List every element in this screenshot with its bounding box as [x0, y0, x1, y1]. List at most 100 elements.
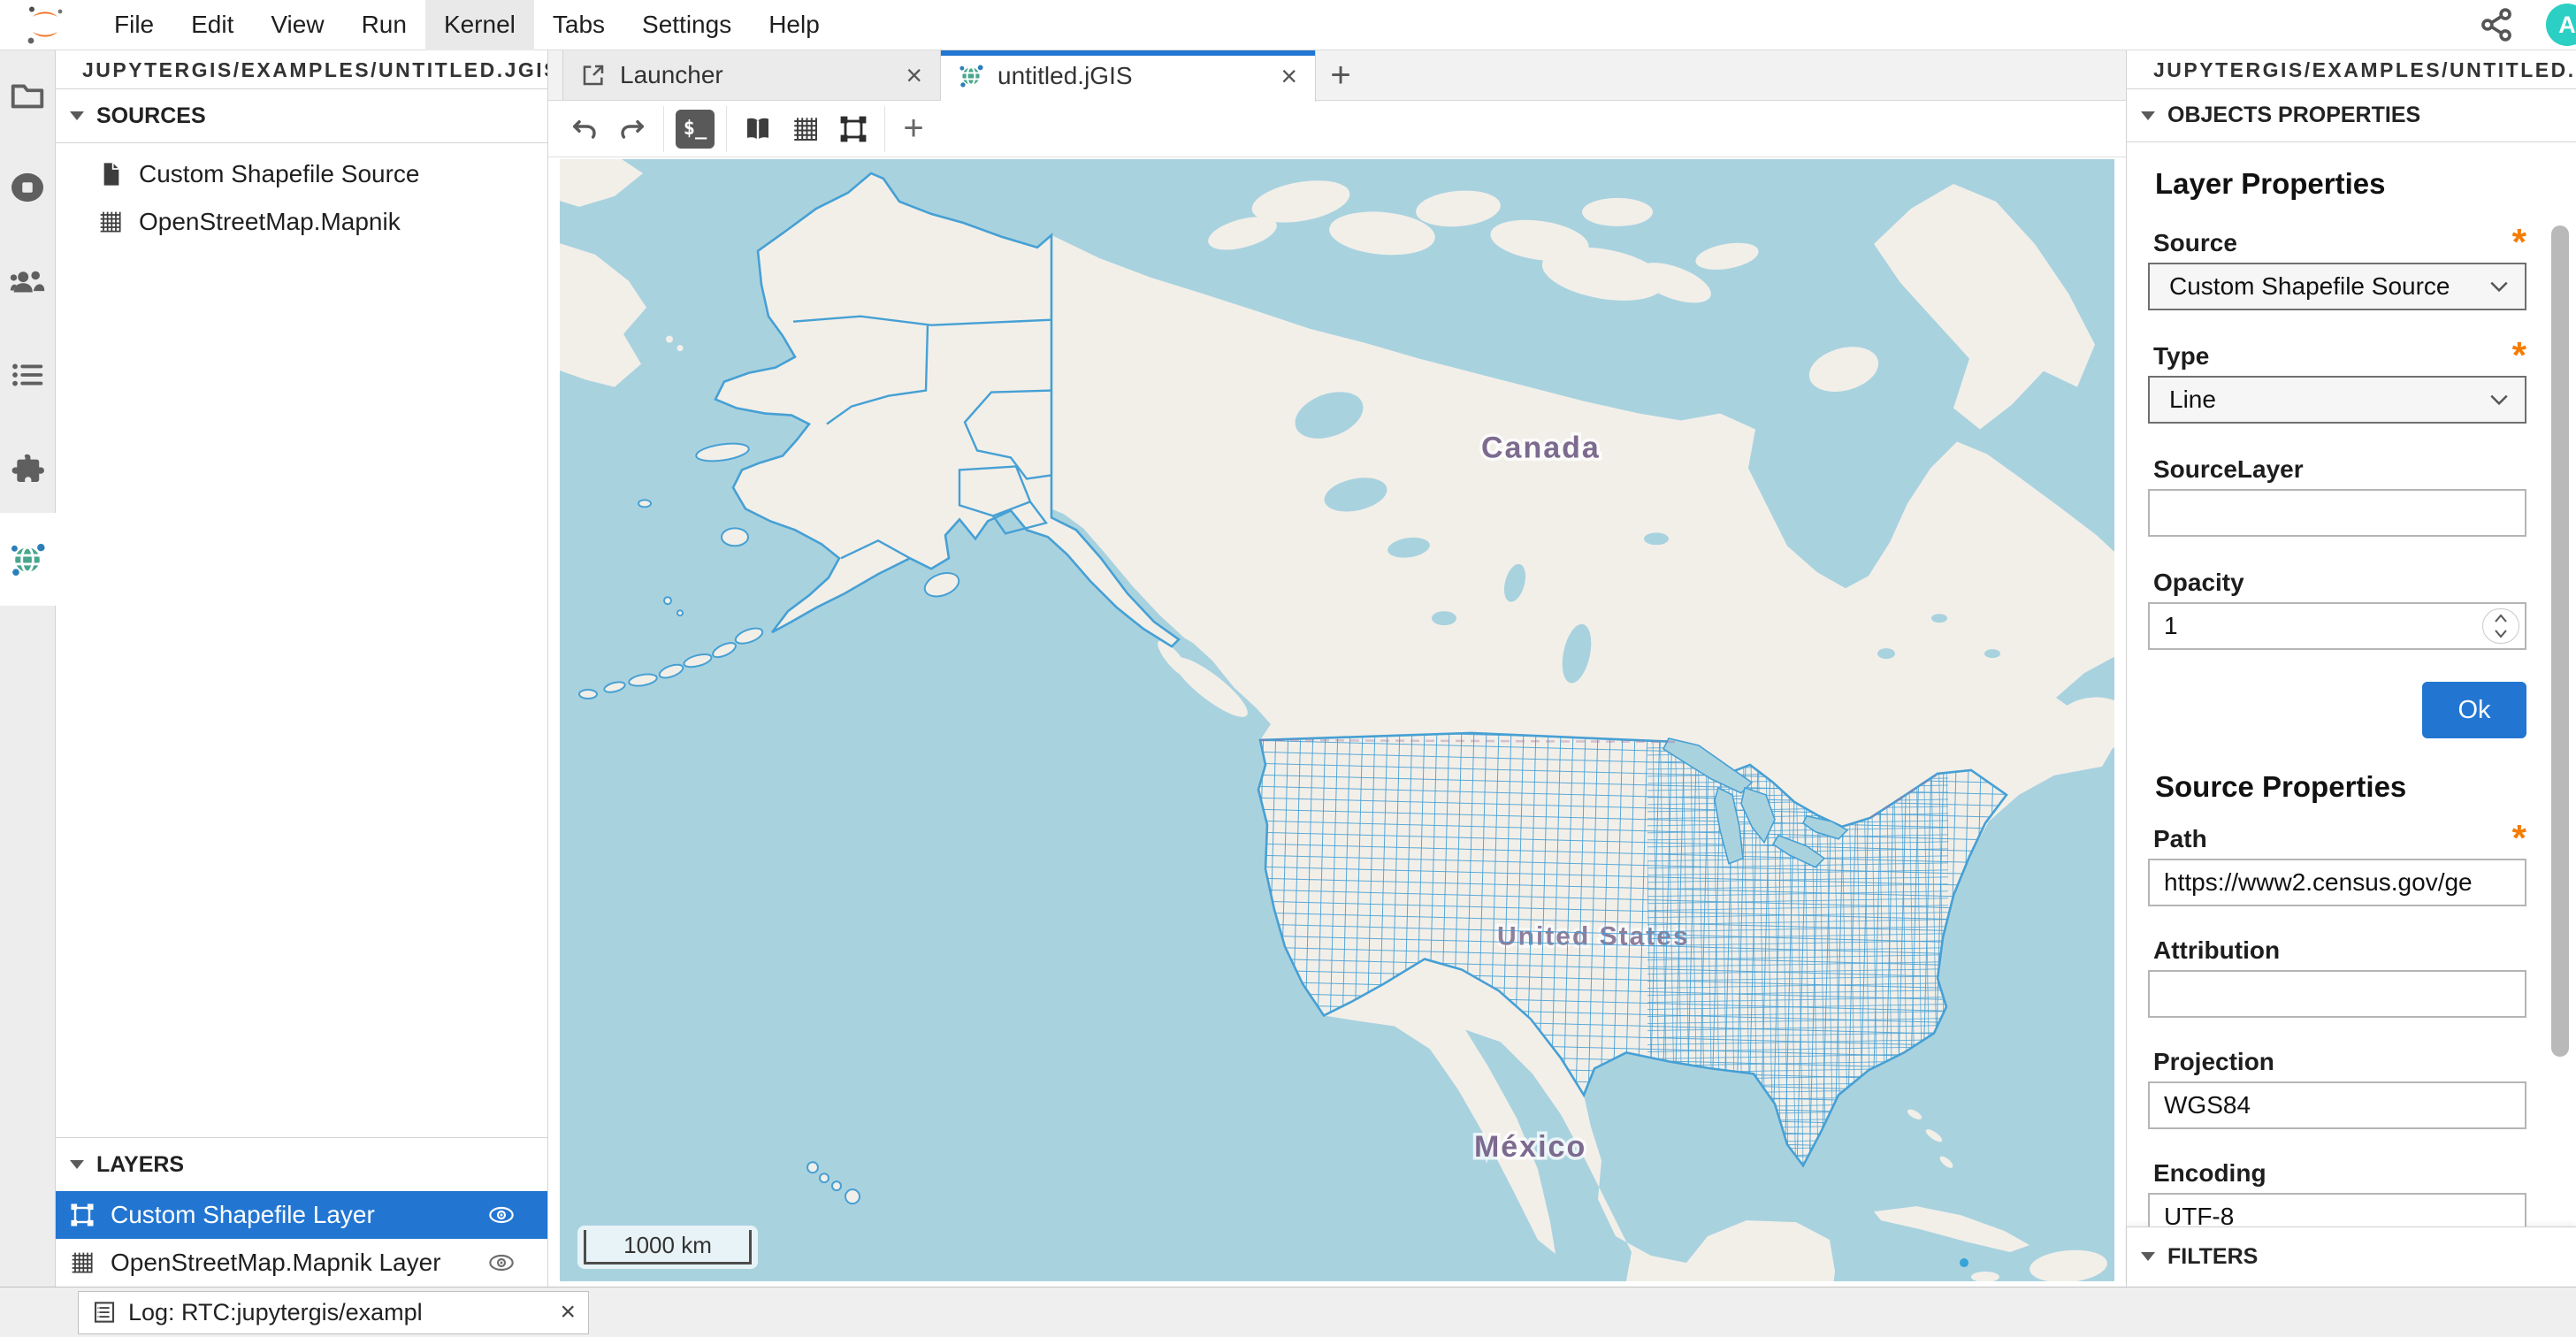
redo-icon — [616, 113, 648, 145]
vector-square-icon — [837, 113, 869, 145]
globe-icon[interactable] — [7, 539, 48, 580]
menu-item-kernel[interactable]: Kernel — [425, 0, 534, 50]
attribution-label: Attribution — [2153, 936, 2526, 965]
layer-item-osm-mapnik[interactable]: OpenStreetMap.Mapnik Layer — [56, 1239, 547, 1287]
type-label: Type — [2153, 342, 2512, 371]
menu-item-help[interactable]: Help — [750, 0, 838, 50]
attribution-field: Attribution — [2148, 936, 2526, 1018]
layer-item-label: Custom Shapefile Layer — [111, 1201, 487, 1229]
log-console-tab[interactable]: Log: RTC:jupytergis/exampl × — [78, 1291, 589, 1334]
undo-button[interactable] — [563, 108, 606, 150]
left-panel-spacer — [56, 363, 547, 1137]
vector-layer-button[interactable] — [832, 108, 875, 150]
scrollbar-thumb[interactable] — [2551, 225, 2569, 1057]
sources-section-title: SOURCES — [96, 103, 206, 129]
grid-icon — [790, 113, 822, 145]
raster-layer-button[interactable] — [784, 108, 827, 150]
source-item-label: Custom Shapefile Source — [139, 160, 420, 188]
encoding-field: Encoding — [2148, 1159, 2526, 1226]
projection-input[interactable] — [2148, 1081, 2526, 1129]
layer-item-label: OpenStreetMap.Mapnik Layer — [111, 1249, 487, 1277]
close-icon[interactable]: × — [902, 59, 926, 92]
menu-item-edit[interactable]: Edit — [172, 0, 252, 50]
path-input[interactable] — [2148, 859, 2526, 906]
sourcelayer-label: SourceLayer — [2153, 455, 2526, 484]
projection-label: Projection — [2153, 1048, 2526, 1076]
type-select[interactable]: Line — [2148, 376, 2526, 424]
map-canvas[interactable]: United States — [560, 159, 2114, 1281]
map-render: United States — [560, 159, 2114, 1281]
right-sidebar-panel: JUPYTERGIS/EXAMPLES/UNTITLED.JGIS OBJECT… — [2126, 50, 2576, 1287]
main-row: JUPYTERGIS/EXAMPLES/UNTITLED.JGIS SOURCE… — [0, 50, 2576, 1287]
menu-item-tabs[interactable]: Tabs — [534, 0, 623, 50]
menu-item-view[interactable]: View — [252, 0, 342, 50]
undo-icon — [569, 113, 600, 145]
users-icon[interactable] — [7, 261, 48, 302]
required-icon: * — [2512, 229, 2526, 256]
left-panel-breadcrumb: JUPYTERGIS/EXAMPLES/UNTITLED.JGIS — [56, 50, 547, 89]
menu-item-run[interactable]: Run — [343, 0, 425, 50]
jupyter-logo-icon — [25, 4, 65, 45]
path-field: Path * — [2148, 825, 2526, 906]
sources-section-header[interactable]: SOURCES — [56, 89, 547, 142]
folder-icon[interactable] — [7, 75, 48, 116]
sourcelayer-input[interactable] — [2148, 489, 2526, 537]
source-select[interactable]: Custom Shapefile Source — [2148, 263, 2526, 310]
log-icon — [91, 1299, 118, 1326]
map-label-canada: Canada — [1481, 431, 1601, 464]
encoding-input[interactable] — [2148, 1193, 2526, 1226]
grid-icon — [96, 208, 125, 236]
ok-row: Ok — [2148, 682, 2526, 738]
layer-properties-title: Layer Properties — [2148, 167, 2526, 201]
tab-launcher[interactable]: Launcher × — [562, 50, 941, 100]
activity-bar — [0, 50, 56, 1287]
document-toolbar: $_ — [548, 101, 2126, 157]
layer-item-custom-shapefile[interactable]: Custom Shapefile Layer — [56, 1191, 547, 1239]
source-item-custom-shapefile[interactable]: Custom Shapefile Source — [56, 150, 547, 198]
projection-field: Projection — [2148, 1048, 2526, 1129]
eye-icon[interactable] — [487, 1201, 516, 1229]
redo-button[interactable] — [611, 108, 654, 150]
close-icon[interactable]: × — [1277, 60, 1301, 93]
attribution-input[interactable] — [2148, 970, 2526, 1018]
book-icon — [742, 113, 774, 145]
filters-title: FILTERS — [2167, 1244, 2258, 1270]
spinner-icon[interactable] — [2482, 608, 2519, 644]
eye-icon[interactable] — [487, 1249, 516, 1277]
running-icon[interactable] — [7, 167, 48, 208]
close-icon[interactable]: × — [560, 1297, 576, 1327]
opacity-input[interactable] — [2148, 602, 2526, 650]
menu-item-settings[interactable]: Settings — [623, 0, 750, 50]
objects-properties-section-header[interactable]: OBJECTS PROPERTIES — [2127, 89, 2576, 142]
globe-icon — [957, 62, 985, 90]
share-icon[interactable] — [2477, 5, 2516, 44]
source-item-osm-mapnik[interactable]: OpenStreetMap.Mapnik — [56, 198, 547, 246]
layers-section-header[interactable]: LAYERS — [56, 1138, 547, 1191]
console-button[interactable]: $_ — [674, 108, 716, 150]
properties-form: Layer Properties Source * Custom Shapefi… — [2127, 142, 2576, 1226]
tab-untitled-jgis[interactable]: untitled.jGIS × — [941, 50, 1316, 102]
sources-list: Custom Shapefile Source OpenStreetMap.Ma… — [56, 143, 547, 363]
basemap-button[interactable] — [737, 108, 779, 150]
log-tab-label: Log: RTC:jupytergis/exampl — [128, 1299, 560, 1326]
right-panel-scrollbar[interactable] — [2551, 201, 2569, 1271]
sources-section: SOURCES — [56, 89, 547, 143]
filters-section-header[interactable]: FILTERS — [2127, 1226, 2576, 1286]
puzzle-icon[interactable] — [7, 448, 48, 489]
status-bar: Log: RTC:jupytergis/exampl × — [0, 1287, 2576, 1337]
encoding-label: Encoding — [2153, 1159, 2526, 1188]
avatar[interactable]: A — [2546, 4, 2576, 46]
main-dock-panel: Launcher × untitled.jGIS × + — [548, 50, 2126, 1287]
toolbar-separator — [884, 106, 885, 152]
ok-button[interactable]: Ok — [2422, 682, 2526, 738]
file-icon — [96, 160, 125, 188]
new-tab-button[interactable]: + — [1316, 50, 1365, 100]
chevron-down-icon — [2486, 386, 2512, 413]
chevron-down-icon — [2486, 273, 2512, 300]
layers-section-title: LAYERS — [96, 1152, 184, 1178]
required-icon: * — [2512, 342, 2526, 369]
vector-square-icon — [68, 1201, 96, 1229]
add-layer-button[interactable]: + — [892, 109, 935, 149]
menu-item-file[interactable]: File — [96, 0, 172, 50]
list-icon[interactable] — [7, 355, 48, 395]
